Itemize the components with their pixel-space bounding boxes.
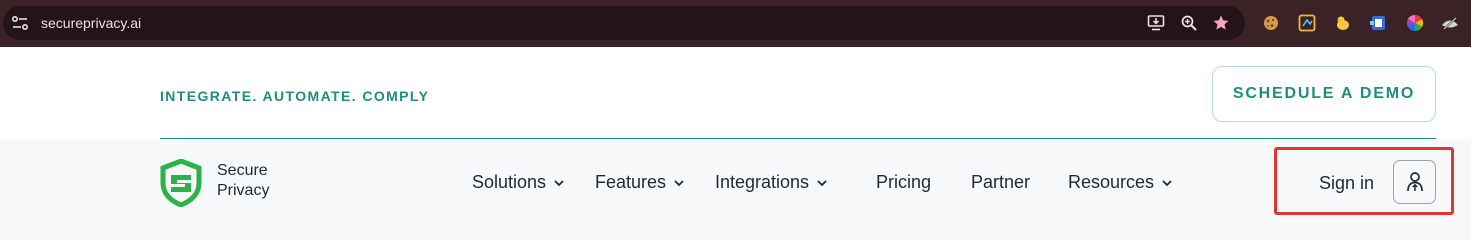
color-wheel-extension-icon[interactable] bbox=[1406, 14, 1424, 32]
extension-icon[interactable] bbox=[1369, 14, 1387, 32]
nav-item-label: Solutions bbox=[472, 172, 547, 192]
sign-in-highlight-box bbox=[1274, 147, 1454, 215]
nav-item-features[interactable]: Features bbox=[595, 172, 685, 193]
brand-name[interactable]: Secure Privacy bbox=[217, 161, 269, 201]
nav-item-partner[interactable]: Partner bbox=[971, 172, 1030, 193]
duck-extension-icon[interactable] bbox=[1334, 14, 1352, 32]
top-bar: INTEGRATE. AUTOMATE. COMPLY SCHEDULE A D… bbox=[0, 47, 1471, 139]
nav-item-pricing[interactable]: Pricing bbox=[876, 172, 931, 193]
hide-extension-icon[interactable] bbox=[1441, 14, 1459, 32]
install-app-icon[interactable] bbox=[1147, 14, 1165, 32]
color-picker-extension-icon[interactable] bbox=[1298, 14, 1316, 32]
secure-privacy-logo-icon[interactable] bbox=[159, 159, 203, 207]
nav-item-solutions[interactable]: Solutions bbox=[472, 172, 565, 193]
chevron-down-icon bbox=[1162, 179, 1172, 186]
main-navigation: Secure Privacy Solutions Features Integr… bbox=[0, 139, 1471, 237]
site-settings-icon[interactable] bbox=[11, 15, 29, 31]
nav-item-label: Integrations bbox=[715, 172, 810, 192]
brand-line-secure: Secure bbox=[217, 162, 268, 179]
chevron-down-icon bbox=[817, 179, 827, 186]
nav-item-integrations[interactable]: Integrations bbox=[715, 172, 828, 193]
bookmark-star-icon[interactable] bbox=[1212, 14, 1230, 32]
url-text[interactable]: secureprivacy.ai bbox=[41, 15, 141, 31]
chevron-down-icon bbox=[554, 179, 564, 186]
nav-item-resources[interactable]: Resources bbox=[1068, 172, 1173, 193]
nav-item-label: Partner bbox=[971, 172, 1031, 192]
nav-item-label: Features bbox=[595, 172, 667, 192]
zoom-icon[interactable] bbox=[1180, 14, 1198, 32]
nav-item-label: Resources bbox=[1068, 172, 1155, 192]
chevron-down-icon bbox=[674, 179, 684, 186]
address-bar[interactable]: secureprivacy.ai bbox=[3, 6, 1245, 40]
cookie-extension-icon[interactable] bbox=[1262, 14, 1280, 32]
browser-toolbar: secureprivacy.ai bbox=[0, 0, 1471, 47]
schedule-demo-button[interactable]: SCHEDULE A DEMO bbox=[1212, 66, 1436, 122]
nav-item-label: Pricing bbox=[876, 172, 932, 192]
brand-line-privacy: Privacy bbox=[217, 182, 270, 199]
tagline: INTEGRATE. AUTOMATE. COMPLY bbox=[160, 88, 430, 104]
